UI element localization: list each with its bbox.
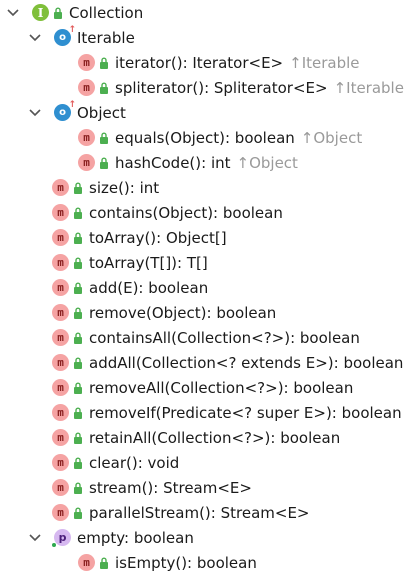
method-signature: removeAll(Collection<?>): boolean [89,378,354,397]
method-icon: m [78,554,95,571]
method-signature: contains(Object): boolean [89,203,283,222]
tree-node-label: Collection [69,3,144,22]
property-icon: p [52,529,71,547]
inherited-from: ↑Iterable [333,78,404,97]
method-signature: toArray(T[]): T[] [89,253,208,272]
lock-icon [73,482,83,494]
method-signature: toArray(): Object[] [89,228,227,247]
method-icon: m [52,404,69,421]
method-row[interactable]: m containsAll(Collection<?>): boolean [52,325,360,350]
method-row[interactable]: m spliterator(): Spliterator<E> ↑Iterabl… [78,75,404,100]
method-row[interactable]: m isEmpty(): boolean [78,550,257,575]
tree-node-collection[interactable]: I Collection [6,0,143,25]
method-row[interactable]: m hashCode(): int ↑Object [78,150,298,175]
lock-icon [73,232,83,244]
chevron-down-icon[interactable] [28,106,42,120]
method-signature: hashCode(): int [115,153,231,172]
lock-icon [99,557,109,569]
method-row[interactable]: m stream(): Stream<E> [52,475,252,500]
lock-icon [73,457,83,469]
inherited-from: ↑Iterable [289,53,360,72]
method-row[interactable]: m addAll(Collection<? extends E>): boole… [52,350,403,375]
method-signature: addAll(Collection<? extends E>): boolean [89,353,404,372]
method-signature: clear(): void [89,453,180,472]
lock-icon [53,7,63,19]
structure-tree: I Collection o ↑ Iterable m iterator(): … [0,0,420,580]
method-icon: m [78,79,95,96]
lock-icon [73,407,83,419]
lock-icon [73,257,83,269]
method-row[interactable]: m contains(Object): boolean [52,200,283,225]
method-icon: m [52,379,69,396]
method-row[interactable]: m removeIf(Predicate<? super E>): boolea… [52,400,402,425]
tree-node-label: Iterable [77,28,135,47]
method-signature: isEmpty(): boolean [115,553,257,572]
inherited-from: ↑Object [236,153,298,172]
method-row[interactable]: m toArray(): Object[] [52,225,227,250]
method-icon: m [78,54,95,71]
method-row[interactable]: m size(): int [52,175,159,200]
lock-icon [73,207,83,219]
method-row[interactable]: m retainAll(Collection<?>): boolean [52,425,340,450]
interface-icon: I [32,4,49,21]
method-icon: m [78,129,95,146]
tree-node-label: Object [77,103,126,122]
method-icon: m [52,279,69,296]
chevron-down-icon[interactable] [28,31,42,45]
lock-icon [73,332,83,344]
method-row[interactable]: m toArray(T[]): T[] [52,250,208,275]
lock-icon [73,507,83,519]
method-icon: m [52,454,69,471]
method-icon: m [52,204,69,221]
chevron-down-icon[interactable] [28,531,42,545]
method-icon: m [52,329,69,346]
method-signature: parallelStream(): Stream<E> [89,503,310,522]
tree-node-iterable[interactable]: o ↑ Iterable [28,25,135,50]
lock-icon [73,182,83,194]
method-signature: add(E): boolean [89,278,209,297]
method-icon: m [52,354,69,371]
method-row[interactable]: m remove(Object): boolean [52,300,276,325]
lock-icon [99,57,109,69]
method-row[interactable]: m parallelStream(): Stream<E> [52,500,310,525]
method-signature: iterator(): Iterator<E> [115,53,284,72]
method-signature: retainAll(Collection<?>): boolean [89,428,341,447]
lock-icon [73,282,83,294]
lock-icon [99,132,109,144]
method-icon: m [52,304,69,321]
lock-icon [73,382,83,394]
inherited-from: ↑Object [300,128,363,147]
method-row[interactable]: m equals(Object): boolean ↑Object [78,125,362,150]
method-row[interactable]: m add(E): boolean [52,275,208,300]
lock-icon [73,357,83,369]
method-icon: m [78,154,95,171]
method-row[interactable]: m clear(): void [52,450,179,475]
method-signature: equals(Object): boolean [115,128,295,147]
object-class-icon: o ↑ [54,25,76,46]
lock-icon [73,307,83,319]
method-signature: containsAll(Collection<?>): boolean [89,328,360,347]
chevron-down-icon[interactable] [6,6,20,20]
object-class-icon: o ↑ [54,100,76,121]
method-icon: m [52,229,69,246]
method-icon: m [52,429,69,446]
method-signature: spliterator(): Spliterator<E> [115,78,328,97]
tree-node-object[interactable]: o ↑ Object [28,100,126,125]
method-signature: stream(): Stream<E> [89,478,252,497]
method-signature: remove(Object): boolean [89,303,277,322]
method-signature: removeIf(Predicate<? super E>): boolean [89,403,402,422]
method-row[interactable]: m iterator(): Iterator<E> ↑Iterable [78,50,360,75]
tree-node-property-empty[interactable]: p empty: boolean [28,525,194,550]
method-icon: m [52,179,69,196]
method-icon: m [52,504,69,521]
method-row[interactable]: m removeAll(Collection<?>): boolean [52,375,353,400]
method-icon: m [52,254,69,271]
lock-icon [99,82,109,94]
lock-icon [73,432,83,444]
method-signature: size(): int [89,178,160,197]
method-icon: m [52,479,69,496]
lock-icon [99,157,109,169]
property-label: empty: boolean [77,528,194,547]
